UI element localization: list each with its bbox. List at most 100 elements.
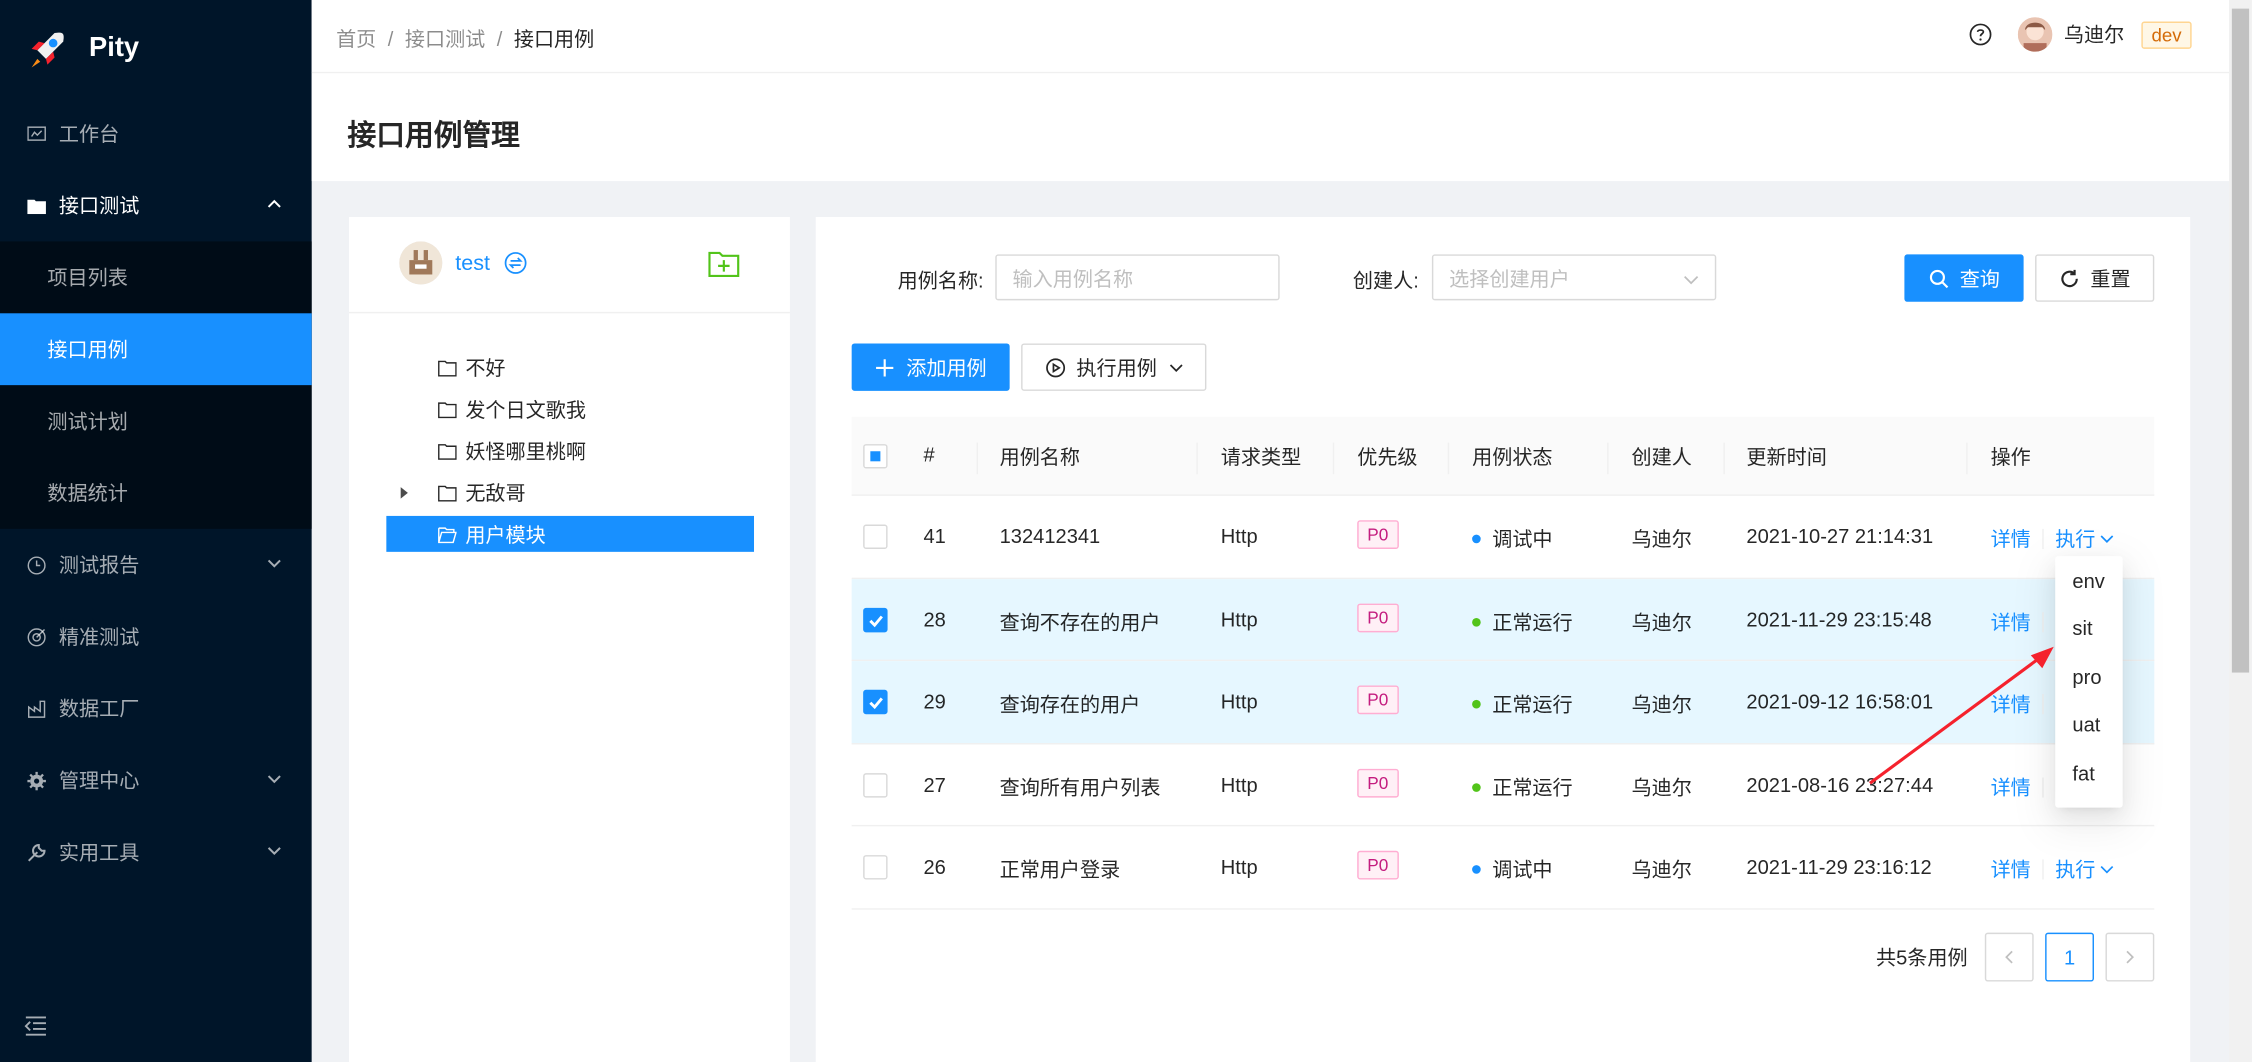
row-checkbox[interactable]	[863, 772, 888, 797]
page-header: 接口用例管理	[311, 73, 2229, 182]
table-row[interactable]: 26 正常用户登录 Http P0 调试中 乌迪尔 2021-11-29 23:…	[851, 826, 2155, 909]
detail-link[interactable]: 详情	[1991, 525, 2031, 554]
row-checkbox[interactable]	[863, 607, 888, 632]
select-all-checkbox[interactable]	[863, 444, 888, 469]
run-cases-button[interactable]: 执行用例	[1021, 343, 1207, 391]
action-divider	[2042, 776, 2044, 797]
question-circle-icon[interactable]	[1969, 23, 1992, 46]
action-divider	[2042, 528, 2044, 549]
breadcrumb-api-test[interactable]: 接口测试	[405, 27, 485, 50]
detail-link[interactable]: 详情	[1991, 690, 2031, 719]
menu-fold-icon[interactable]	[24, 1015, 47, 1038]
tree-node[interactable]: 妖怪哪里桃啊	[386, 430, 754, 472]
sidebar-item-project-list[interactable]: 项目列表	[0, 241, 312, 313]
reload-icon	[2060, 269, 2078, 287]
prev-page-button[interactable]	[1984, 932, 2034, 982]
search-button[interactable]: 查询	[1904, 254, 2024, 302]
swap-icon[interactable]	[504, 251, 527, 274]
sidebar-item-label: 数据工厂	[58, 696, 140, 720]
env-option[interactable]: sit	[2055, 604, 2123, 652]
column-divider	[1332, 442, 1335, 475]
rocket-icon	[31, 32, 64, 68]
row-checkbox[interactable]	[863, 689, 888, 715]
execute-dropdown[interactable]: 执行	[2055, 855, 2114, 884]
page-scrollbar[interactable]	[2228, 0, 2252, 1062]
execute-dropdown[interactable]: 执行	[2055, 525, 2114, 554]
row-checkbox[interactable]	[863, 855, 888, 880]
tree-node-selected[interactable]: 用户模块	[386, 515, 755, 552]
status-dot	[1472, 865, 1481, 875]
app-logo[interactable]: Pity	[0, 0, 312, 98]
target-icon	[26, 627, 46, 647]
caret-right-icon[interactable]	[400, 487, 408, 499]
sidebar-item-workbench[interactable]: 工作台	[0, 98, 312, 170]
chevron-up-icon	[267, 199, 281, 208]
status-dot	[1472, 617, 1481, 627]
detail-link[interactable]: 详情	[1991, 855, 2031, 884]
tree-node[interactable]: 发个日文歌我	[386, 388, 754, 430]
table-row[interactable]: 29 查询存在的用户 Http P0 正常运行 乌迪尔 2021-09-12 1…	[851, 661, 2155, 744]
reset-button[interactable]: 重置	[2035, 254, 2155, 302]
env-option[interactable]: env	[2055, 556, 2123, 604]
env-option[interactable]: pro	[2055, 652, 2123, 700]
avatar[interactable]	[2017, 17, 2053, 52]
env-option[interactable]: uat	[2055, 701, 2123, 749]
env-option[interactable]: fat	[2055, 749, 2123, 797]
sidebar-item-api-cases[interactable]: 接口用例	[0, 313, 312, 386]
project-name[interactable]: test	[455, 251, 490, 275]
sidebar-item-admin-center[interactable]: 管理中心	[0, 744, 312, 816]
breadcrumb-current: 接口用例	[513, 27, 595, 51]
chevron-down-icon	[2100, 535, 2114, 544]
chevron-down-icon	[267, 559, 281, 568]
page-number[interactable]: 1	[2045, 932, 2094, 982]
case-list-panel: 用例名称: 输入用例名称 创建人: 选择创建用户 查询 重置 添加用例 执行用例…	[815, 217, 2191, 1062]
sidebar-item-data-stats[interactable]: 数据统计	[0, 457, 312, 529]
chevron-right-icon	[2126, 950, 2134, 964]
folder-add-icon[interactable]	[708, 249, 740, 278]
sidebar-item-utilities[interactable]: 实用工具	[0, 816, 312, 888]
column-header: 用例名称	[999, 445, 1081, 469]
sidebar-item-label: 项目列表	[47, 265, 128, 289]
next-page-button[interactable]	[2105, 932, 2155, 982]
case-status: 调试中	[1472, 525, 1553, 554]
wrench-icon	[26, 842, 46, 862]
scrollbar-thumb[interactable]	[2231, 8, 2250, 673]
detail-link[interactable]: 详情	[1991, 607, 2031, 636]
case-name-placeholder: 输入用例名称	[1012, 267, 1134, 291]
breadcrumb-separator: /	[496, 27, 503, 51]
priority-tag: P0	[1357, 602, 1399, 632]
tree-node-label: 不好	[465, 355, 506, 379]
plus-icon	[876, 358, 894, 376]
table-row[interactable]: 27 查询所有用户列表 Http P0 正常运行 乌迪尔 2021-08-16 …	[851, 744, 2155, 827]
project-avatar	[399, 241, 443, 285]
case-creator: 乌迪尔	[1631, 527, 1692, 551]
row-checkbox[interactable]	[863, 524, 888, 549]
request-type: Http	[1220, 607, 1258, 631]
status-text: 正常运行	[1492, 610, 1573, 634]
breadcrumb-home[interactable]: 首页	[336, 27, 376, 50]
sidebar-item-label: 精准测试	[58, 625, 140, 649]
sidebar-item-data-factory[interactable]: 数据工厂	[0, 673, 312, 745]
sidebar-item-api-test[interactable]: 接口测试	[0, 170, 312, 242]
sidebar-item-test-plan[interactable]: 测试计划	[0, 385, 312, 457]
tree-node[interactable]: 无敌哥	[386, 471, 754, 513]
status-dot	[1472, 782, 1481, 792]
case-name-input[interactable]: 输入用例名称	[995, 254, 1280, 301]
table-row[interactable]: 28 查询不存在的用户 Http P0 正常运行 乌迪尔 2021-11-29 …	[851, 578, 2155, 662]
action-divider	[2042, 694, 2044, 715]
user-name[interactable]: 乌迪尔	[2064, 20, 2124, 49]
sidebar-item-precise-test[interactable]: 精准测试	[0, 601, 312, 673]
add-case-button[interactable]: 添加用例	[851, 343, 1010, 391]
column-header: 更新时间	[1746, 445, 1827, 469]
column-divider	[1607, 442, 1609, 475]
detail-link[interactable]: 详情	[1991, 772, 2031, 801]
case-creator: 乌迪尔	[1631, 857, 1692, 881]
creator-select[interactable]: 选择创建用户	[1431, 254, 1717, 301]
case-creator: 乌迪尔	[1631, 610, 1692, 634]
sidebar-item-test-report[interactable]: 测试报告	[0, 529, 312, 601]
sidebar-item-label: 测试报告	[58, 553, 140, 577]
folder-icon	[26, 195, 46, 215]
tree-node[interactable]: 不好	[386, 346, 754, 388]
run-cases-button-label: 执行用例	[1076, 355, 1157, 379]
table-row[interactable]: 41 132412341 Http P0 调试中 乌迪尔 2021-10-27 …	[851, 496, 2155, 579]
